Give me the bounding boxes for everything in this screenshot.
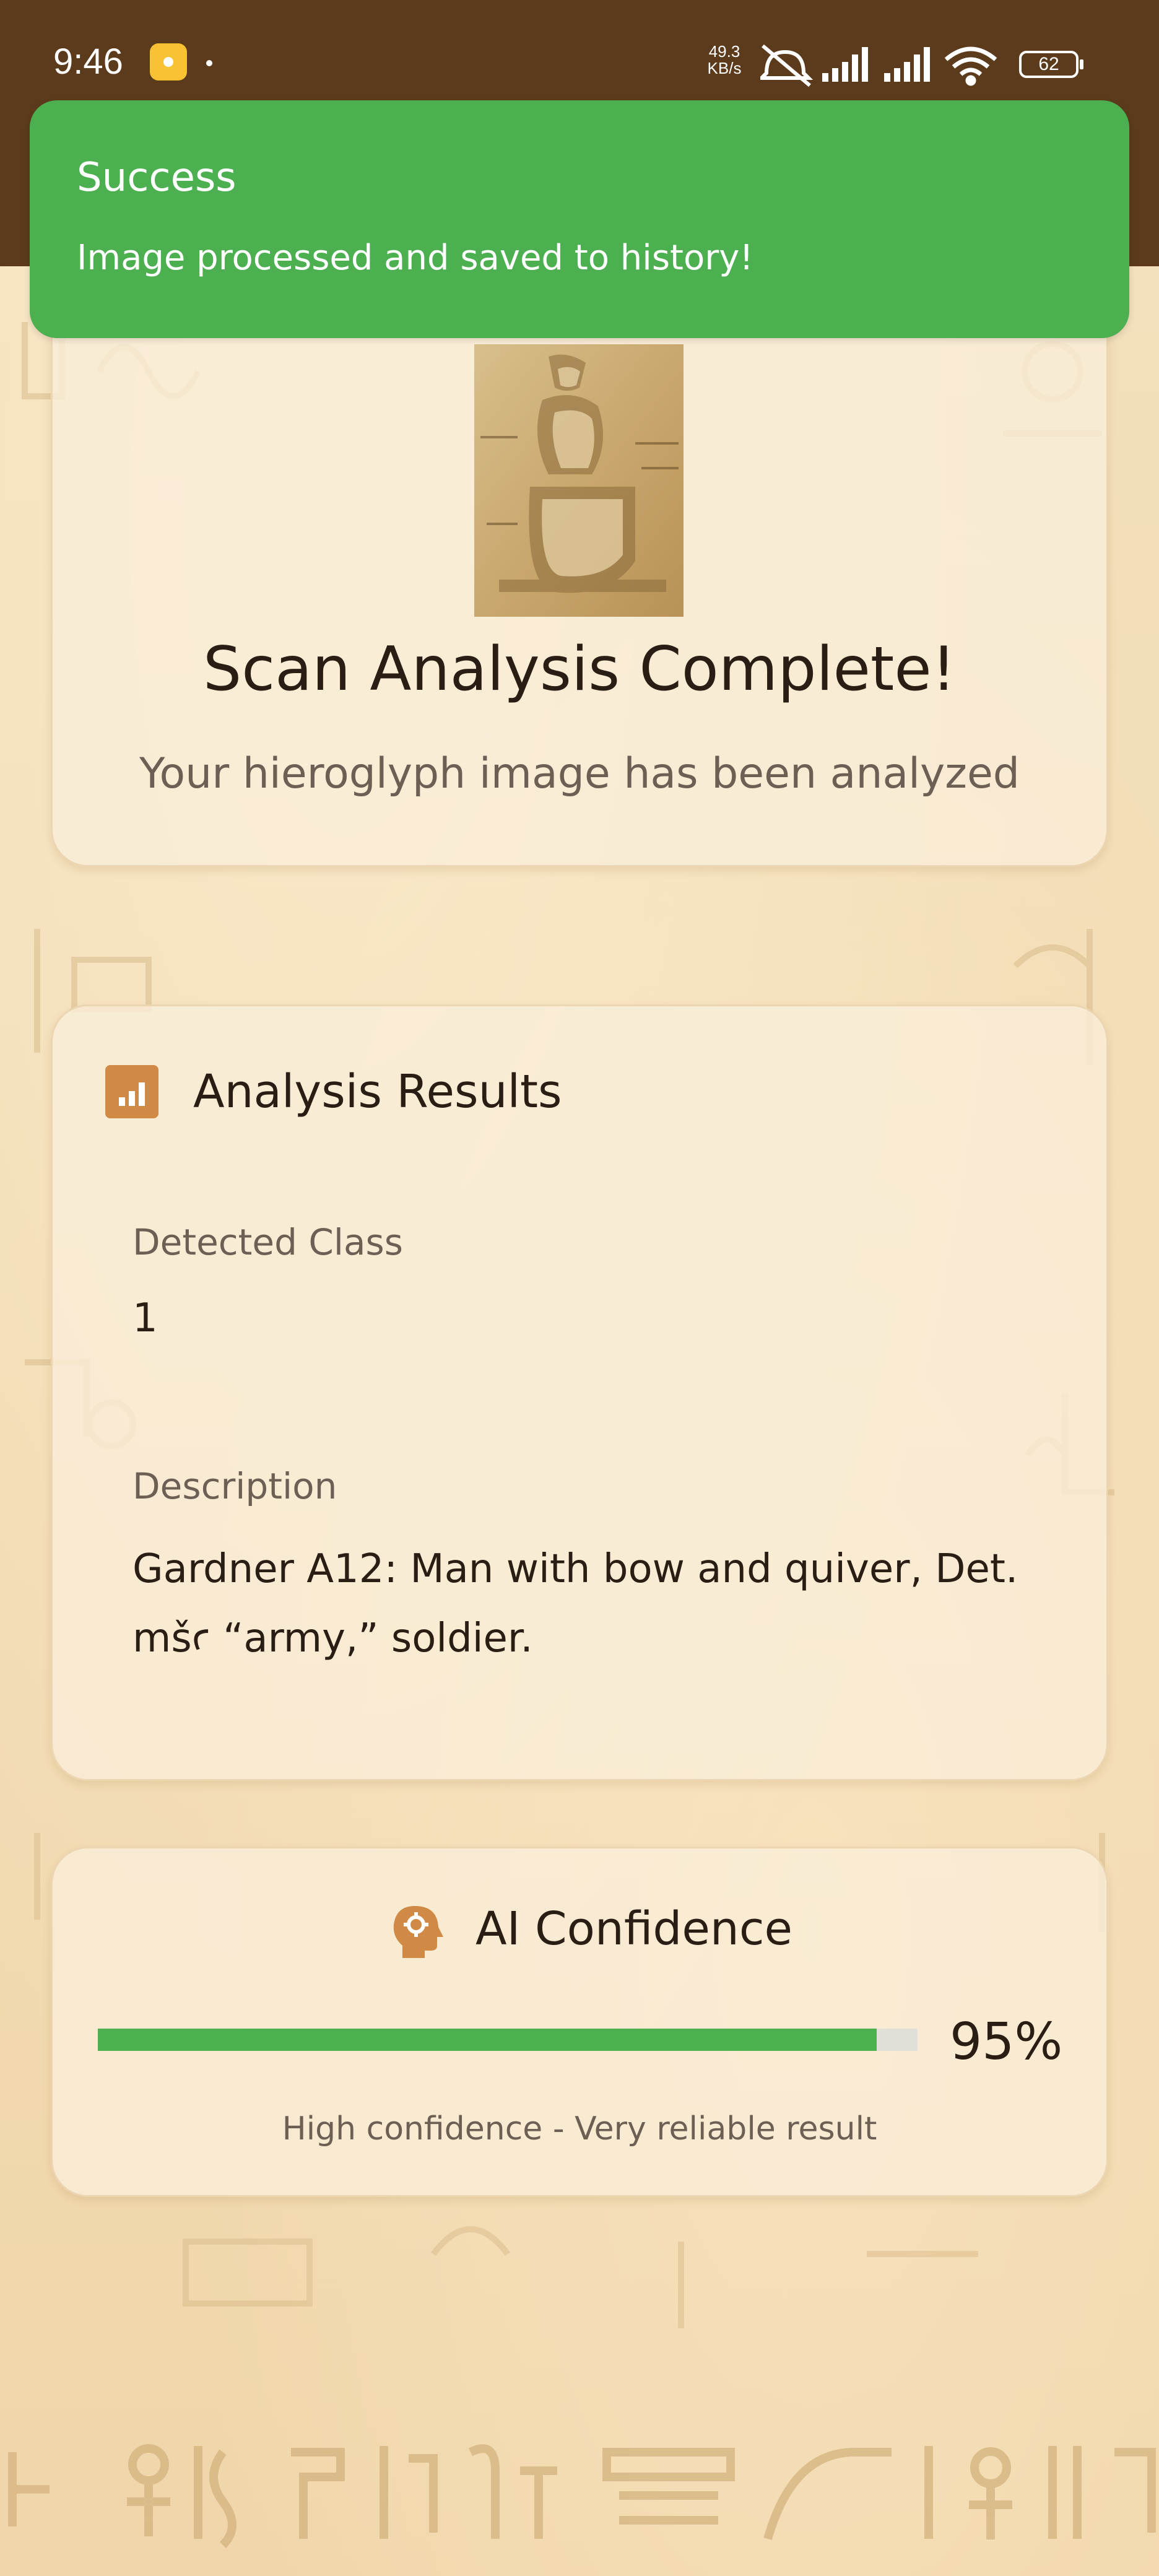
detected-class-value: 1: [132, 1295, 158, 1341]
description-value: Gardner A12: Man with bow and quiver, De…: [132, 1546, 1018, 1661]
toast-message: Image processed and saved to history!: [77, 238, 753, 278]
signal-icon: [822, 47, 868, 82]
mute-icon: [760, 44, 814, 87]
battery-level: 62: [1038, 54, 1059, 74]
status-icons: [760, 44, 997, 87]
ai-confidence-title: AI Confidence: [475, 1902, 793, 1956]
chart-icon: [105, 1065, 158, 1118]
network-speed-unit: KB/s: [707, 59, 742, 77]
notification-dot-icon: [206, 60, 212, 66]
status-time: 9:46: [53, 41, 123, 82]
analysis-results-title: Analysis Results: [193, 1065, 562, 1118]
scan-title: Scan Analysis Complete!: [203, 634, 956, 705]
network-speed: 49.3 KB/s: [702, 43, 747, 77]
confidence-note: High confidence - Very reliable result: [282, 2110, 877, 2147]
battery-icon: 62: [1019, 51, 1083, 78]
hieroglyph-image: [474, 344, 684, 617]
confidence-progress-bar: [98, 2029, 918, 2051]
signal-icon: [884, 47, 930, 82]
confidence-percent: 95%: [950, 2012, 1063, 2071]
wifi-icon: [944, 46, 997, 86]
success-toast[interactable]: Success Image processed and saved to his…: [30, 100, 1129, 338]
scan-subtitle: Your hieroglyph image has been analyzed: [139, 749, 1020, 798]
network-speed-value: 49.3: [708, 42, 740, 61]
description-label: Description: [132, 1465, 337, 1507]
app-notification-icon: [150, 43, 187, 80]
confidence-progress-fill: [98, 2029, 877, 2051]
head-gear-icon: [393, 1906, 443, 1958]
toast-title: Success: [77, 155, 237, 201]
detected-class-label: Detected Class: [132, 1221, 403, 1263]
